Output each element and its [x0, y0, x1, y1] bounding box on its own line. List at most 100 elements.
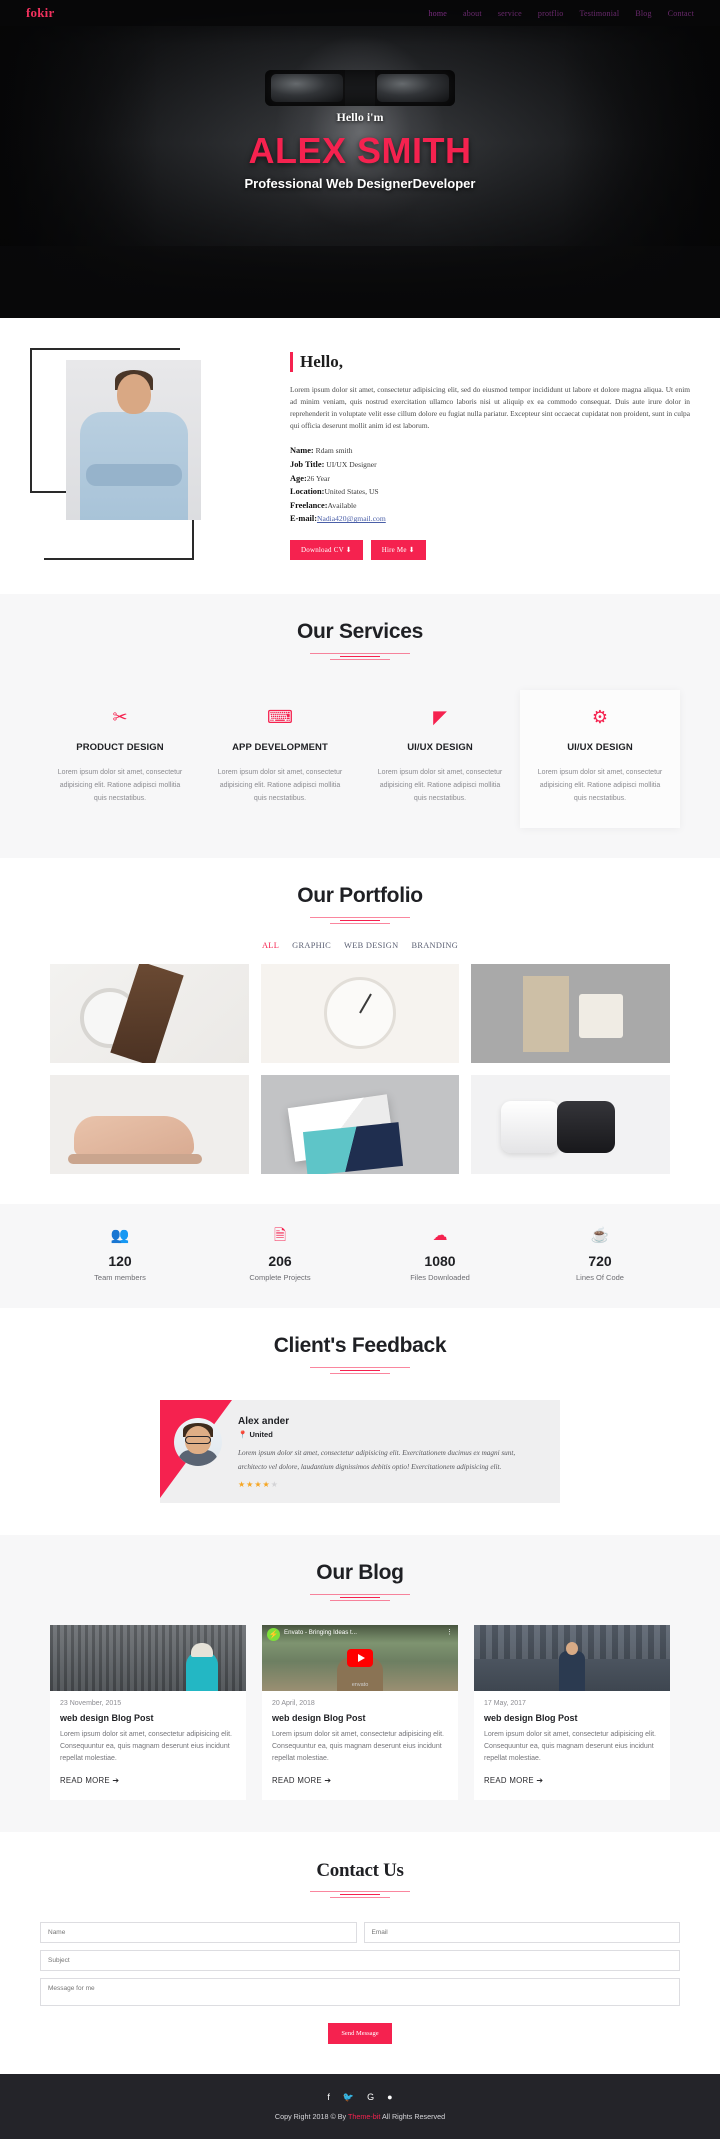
copyright-suffix: All Rights Reserved [380, 2111, 446, 2121]
detail-freelance-label: Freelance: [290, 500, 328, 510]
youtube-play-icon[interactable] [347, 1648, 373, 1667]
portfolio-item-business-cards[interactable] [260, 1074, 460, 1174]
blog-date: 23 November, 2015 [60, 1699, 122, 1707]
testimonial-quote: Lorem ipsum dolor sit amet, consectetur … [238, 1448, 516, 1471]
counter-label: Complete Projects [249, 1272, 311, 1282]
nav-item-service[interactable]: service [498, 9, 522, 18]
nav-item-about[interactable]: about [463, 9, 482, 18]
email-input[interactable] [363, 1921, 680, 1943]
blog-post-3[interactable]: 17 May, 2017 web design Blog Post Lorem … [474, 1624, 670, 1800]
detail-age: Age:26 Year [290, 472, 690, 486]
cloud-download-icon: ☁ [432, 1226, 448, 1244]
counters-section: 👥 120 Team members 🗎 206 Complete Projec… [0, 1203, 720, 1308]
blog-thumbnail [50, 1624, 246, 1691]
email-link[interactable]: Nadia420@gmail.com [317, 514, 386, 523]
service-title: APP DEVELOPMENT [232, 742, 328, 754]
rating-stars: ★★★★★ [238, 1480, 542, 1489]
portfolio-item-wall-clock[interactable] [260, 963, 460, 1063]
main-navbar: fokir home about service protflio Testim… [0, 0, 720, 26]
blog-post-2[interactable]: ⚡ Envato - Bringing Ideas t... ⋮ envato … [262, 1624, 458, 1800]
services-divider [310, 653, 410, 664]
detail-location-label: Location: [290, 487, 325, 497]
testimonial-title: Client's Feedback [273, 1333, 447, 1357]
google-plus-icon[interactable]: G [367, 2092, 374, 2103]
video-menu-icon[interactable]: ⋮ [446, 1628, 453, 1636]
star-icon-1: ★ [238, 1479, 247, 1489]
portfolio-item-wrist-watch[interactable] [50, 963, 249, 1063]
contact-form: Send Message [40, 1921, 680, 2044]
read-more-link[interactable]: READ MORE ➔ [60, 1776, 119, 1785]
coffee-icon: ☕ [590, 1226, 610, 1244]
about-details-list: Name: Rdam smith Job Title: UI/UX Design… [290, 444, 690, 526]
portfolio-item-device-pair[interactable] [471, 1074, 670, 1174]
blog-post-1[interactable]: 23 November, 2015 web design Blog Post L… [50, 1624, 246, 1800]
file-icon: 🗎 [273, 1226, 287, 1244]
download-cv-button[interactable]: Download CV ⬇ [290, 540, 363, 561]
portfolio-item-sneaker[interactable] [50, 1074, 249, 1174]
blog-post-title: web design Blog Post [272, 1712, 366, 1723]
counters-grid: 👥 120 Team members 🗎 206 Complete Projec… [40, 1228, 680, 1282]
testimonial-location: 📍 United [238, 1430, 542, 1439]
github-icon[interactable]: ● [387, 2092, 392, 2103]
detail-freelance: Freelance:Available [290, 499, 690, 513]
read-more-link[interactable]: READ MORE ➔ [484, 1776, 543, 1785]
hire-me-button[interactable]: Hire Me ⬇ [370, 540, 426, 561]
site-logo[interactable]: fokir [26, 5, 54, 21]
facebook-icon[interactable]: f [327, 2092, 330, 2103]
portfolio-grid [50, 963, 670, 1174]
detail-name: Name: Rdam smith [290, 444, 690, 458]
filter-graphic[interactable]: GRAPHIC [292, 941, 331, 950]
detail-age-label: Age: [290, 473, 307, 483]
about-heading: Hello, [290, 352, 690, 372]
nav-item-testimonial[interactable]: Testimonial [579, 9, 619, 18]
services-title: Our Services [297, 620, 423, 644]
service-card-product-design[interactable]: ✂ PRODUCT DESIGN Lorem ipsum dolor sit a… [40, 690, 200, 828]
about-section: Hello, Lorem ipsum dolor sit amet, conse… [0, 318, 720, 595]
theme-author-link[interactable]: Theme-bit [348, 2112, 380, 2121]
portfolio-section: Our Portfolio ALL GRAPHIC WEB DESIGN BRA… [0, 857, 720, 1204]
testimonial-card: Alex ander 📍 United Lorem ipsum dolor si… [160, 1399, 560, 1503]
service-card-uiux-design-active[interactable]: ⚙ UI/UX DESIGN Lorem ipsum dolor sit ame… [520, 690, 680, 828]
name-input[interactable] [40, 1921, 357, 1943]
site-footer: f 🐦 G ● Copy Right 2018 © By Theme-bit A… [0, 2073, 720, 2139]
detail-location: Location:United States, US [290, 485, 690, 499]
counter-value: 206 [268, 1252, 292, 1269]
blog-title: Our Blog [316, 1560, 404, 1584]
blog-excerpt: Lorem ipsum dolor sit amet, consectetur … [60, 1730, 232, 1763]
nav-item-contact[interactable]: Contact [668, 9, 694, 18]
video-title: Envato - Bringing Ideas t... [284, 1628, 357, 1636]
nav-item-blog[interactable]: Blog [635, 9, 651, 18]
services-section: Our Services ✂ PRODUCT DESIGN Lorem ipsu… [0, 594, 720, 858]
filter-branding[interactable]: BRANDING [411, 941, 458, 950]
filter-web-design[interactable]: WEB DESIGN [344, 941, 398, 950]
copyright-prefix: Copy Right 2018 © By [274, 2111, 348, 2121]
twitter-icon[interactable]: 🐦 [343, 2092, 354, 2103]
nav-item-home[interactable]: home [428, 9, 447, 18]
blog-video-thumbnail[interactable]: ⚡ Envato - Bringing Ideas t... ⋮ envato [262, 1624, 458, 1691]
read-more-link[interactable]: READ MORE ➔ [272, 1776, 331, 1785]
hero-greeting: Hello i'm [336, 110, 384, 124]
blog-grid: 23 November, 2015 web design Blog Post L… [50, 1624, 670, 1800]
nav-item-protflio[interactable]: protflio [538, 9, 564, 18]
cogs-icon: ⚙ [591, 707, 609, 728]
testimonial-author-name: Alex ander [238, 1415, 290, 1427]
service-card-uiux-design[interactable]: ◤ UI/UX DESIGN Lorem ipsum dolor sit ame… [360, 690, 520, 828]
counter-files-downloaded: ☁ 1080 Files Downloaded [360, 1228, 520, 1282]
subject-input[interactable] [40, 1949, 680, 1971]
users-icon: 👥 [110, 1226, 130, 1244]
send-message-button[interactable]: Send Message [328, 2022, 392, 2044]
detail-age-value: 26 Year [306, 473, 330, 483]
blog-date: 17 May, 2017 [484, 1699, 526, 1707]
tools-icon: ✂ [112, 707, 128, 728]
blog-divider [310, 1593, 410, 1605]
counter-complete-projects: 🗎 206 Complete Projects [200, 1228, 360, 1282]
counter-team-members: 👥 120 Team members [40, 1228, 200, 1282]
message-textarea[interactable] [40, 1977, 680, 2006]
detail-location-value: United States, US [324, 487, 379, 497]
portfolio-item-packaging-boxes[interactable] [471, 963, 670, 1063]
service-card-app-development[interactable]: ⌨ APP DEVELOPMENT Lorem ipsum dolor sit … [200, 690, 360, 828]
star-icon-4: ★ [262, 1479, 271, 1489]
counter-value: 1080 [424, 1252, 456, 1269]
filter-all[interactable]: ALL [262, 941, 279, 950]
testimonial-section: Client's Feedback Alex ander 📍 United Lo… [0, 1307, 720, 1535]
